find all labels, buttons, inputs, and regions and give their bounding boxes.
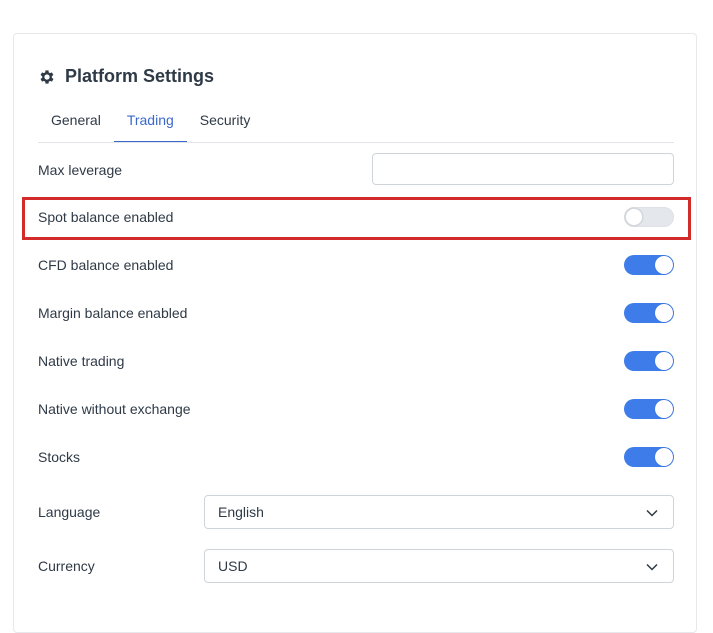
toggle-row-margin-balance: Margin balance enabled: [38, 296, 674, 330]
tab-trading[interactable]: Trading: [113, 106, 187, 142]
settings-card: Platform Settings General Trading Securi…: [13, 33, 697, 633]
currency-value: USD: [218, 558, 248, 574]
language-select[interactable]: English: [204, 495, 674, 529]
language-value: English: [218, 504, 264, 520]
native-trading-toggle[interactable]: [624, 351, 674, 371]
page-title: Platform Settings: [38, 66, 214, 87]
tab-general[interactable]: General: [38, 106, 114, 140]
toggle-knob: [655, 304, 673, 322]
chevron-down-icon: [646, 563, 658, 571]
toggle-row-spot-balance: Spot balance enabled: [38, 200, 674, 234]
toggle-row-native-without-exchange: Native without exchange: [38, 392, 674, 426]
currency-select[interactable]: USD: [204, 549, 674, 583]
toggle-label: Stocks: [38, 449, 81, 465]
language-row: Language English: [38, 495, 674, 529]
toggle-knob: [655, 352, 673, 370]
toggle-row-stocks: Stocks: [38, 440, 674, 474]
toggle-knob: [625, 208, 643, 226]
toggle-label: Margin balance enabled: [38, 305, 188, 321]
toggle-knob: [655, 256, 673, 274]
toggle-label: Spot balance enabled: [38, 209, 174, 225]
tab-security[interactable]: Security: [187, 106, 264, 140]
gear-icon: [40, 69, 54, 84]
toggle-label: CFD balance enabled: [38, 257, 174, 273]
toggle-label: Native without exchange: [38, 401, 191, 417]
stocks-toggle[interactable]: [624, 447, 674, 467]
native-without-exchange-toggle[interactable]: [624, 399, 674, 419]
toggle-label: Native trading: [38, 353, 125, 369]
toggle-row-native-trading: Native trading: [38, 344, 674, 378]
settings-tabs: General Trading Security: [38, 106, 674, 143]
toggle-row-cfd-balance: CFD balance enabled: [38, 248, 674, 282]
spot-balance-toggle[interactable]: [624, 207, 674, 227]
chevron-down-icon: [646, 509, 658, 517]
max-leverage-row: Max leverage: [38, 153, 674, 187]
page-title-text: Platform Settings: [65, 66, 215, 86]
margin-balance-toggle[interactable]: [624, 303, 674, 323]
max-leverage-input[interactable]: [372, 153, 674, 185]
toggle-knob: [655, 400, 673, 418]
toggle-knob: [655, 448, 673, 466]
cfd-balance-toggle[interactable]: [624, 255, 674, 275]
currency-row: Currency USD: [38, 549, 674, 583]
